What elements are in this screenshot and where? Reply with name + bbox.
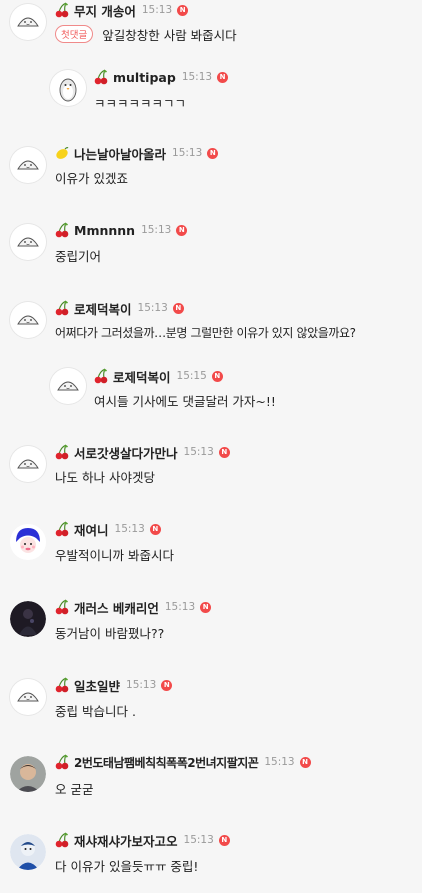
nickname[interactable]: 로제덕복이	[113, 367, 171, 386]
nickname[interactable]: Mmnnnn	[74, 223, 135, 238]
comment-text: 여시들 기사에도 댓글달러 가자~!!	[94, 393, 276, 409]
nickname[interactable]: multipap	[113, 70, 176, 85]
cherry-icon	[55, 222, 69, 238]
timestamp: 15:13	[141, 4, 173, 16]
timestamp: 15:13	[126, 679, 157, 691]
timestamp: 15:13	[183, 834, 214, 846]
comment-text: 나도 하나 사야겟당	[55, 469, 155, 485]
timestamp: 15:13	[137, 302, 168, 314]
comment-text: 중립 박습니다 .	[55, 703, 136, 719]
new-badge: N	[218, 446, 230, 458]
avatar[interactable]	[10, 446, 46, 482]
cherry-icon	[55, 832, 69, 848]
avatar[interactable]	[10, 224, 46, 260]
new-badge: N	[172, 302, 184, 314]
new-badge: N	[177, 4, 189, 16]
cherry-icon	[55, 300, 69, 316]
comment-text: 중립기어	[55, 248, 102, 264]
new-badge: N	[200, 601, 212, 613]
comment-text: 이유가 있겠죠	[55, 170, 128, 186]
cherry-icon	[55, 444, 69, 460]
nickname[interactable]: 무지 개송어	[74, 1, 136, 20]
nickname[interactable]: 일초일뱐	[74, 676, 120, 695]
avatar[interactable]	[10, 524, 46, 560]
timestamp: 15:13	[172, 147, 203, 159]
cherry-icon	[55, 677, 69, 693]
cherry-icon	[94, 368, 108, 384]
cherry-icon	[55, 599, 69, 615]
timestamp: 15:13	[114, 523, 145, 535]
avatar[interactable]	[10, 147, 46, 183]
avatar[interactable]	[10, 302, 46, 338]
avatar[interactable]	[50, 70, 86, 106]
avatar[interactable]	[10, 834, 46, 870]
comment-text: 어쩌다가 그러셨을까…분명 그럴만한 이유가 있지 않았을까요?	[55, 325, 356, 340]
nickname[interactable]: 개러스 베캐리언	[74, 598, 159, 617]
nickname[interactable]: 2번도태남팸베칙칙폭폭2번녀지팔지꼰	[74, 754, 259, 771]
comment-text: 앞길창창한 사람 봐줍시다	[102, 27, 237, 43]
cherry-icon	[55, 754, 69, 770]
timestamp: 15:13	[181, 71, 213, 83]
nickname[interactable]: 재샤재샤가보자고오	[74, 831, 178, 850]
cherry-icon	[94, 69, 108, 85]
comment-list: 무지 개송어 15:13 N 첫댓글 앞길창창한 사람 봐줍시다 multipa…	[0, 0, 422, 893]
new-badge: N	[149, 523, 161, 535]
new-badge: N	[161, 679, 173, 691]
new-badge: N	[299, 756, 311, 768]
avatar[interactable]	[10, 4, 46, 40]
comment-text: 다 이유가 있을듯ㅠㅠ 중립!	[55, 858, 199, 874]
new-badge: N	[211, 370, 223, 382]
nickname[interactable]: 서로갓생살다가만나	[74, 443, 178, 462]
cherry-icon	[55, 521, 69, 537]
first-comment-badge: 첫댓글	[55, 25, 94, 43]
comment-text: 오 굳굳	[55, 781, 94, 797]
comment-text: 동거남이 바람폈나??	[55, 625, 165, 641]
nickname[interactable]: 로제덕복이	[74, 299, 132, 318]
timestamp: 15:15	[176, 370, 207, 382]
nickname[interactable]: 나는날아날아올라	[74, 144, 166, 163]
timestamp: 15:13	[164, 601, 196, 613]
avatar[interactable]	[10, 601, 46, 637]
comment-text: ㅋㅋㅋㅋㅋㅋㄱㄱ	[94, 95, 187, 111]
new-badge: N	[217, 71, 229, 83]
avatar[interactable]	[10, 756, 46, 792]
new-badge: N	[218, 834, 230, 846]
avatar[interactable]	[10, 679, 46, 715]
lemon-icon	[55, 145, 69, 161]
timestamp: 15:13	[264, 756, 295, 768]
timestamp: 15:13	[183, 446, 214, 458]
timestamp: 15:13	[141, 224, 172, 236]
nickname[interactable]: 재여니	[74, 520, 109, 539]
cherry-icon	[55, 2, 69, 18]
avatar[interactable]	[50, 368, 86, 404]
new-badge: N	[207, 147, 219, 159]
new-badge: N	[176, 224, 188, 236]
comment-text: 우발적이니까 봐줍시다	[55, 547, 174, 563]
